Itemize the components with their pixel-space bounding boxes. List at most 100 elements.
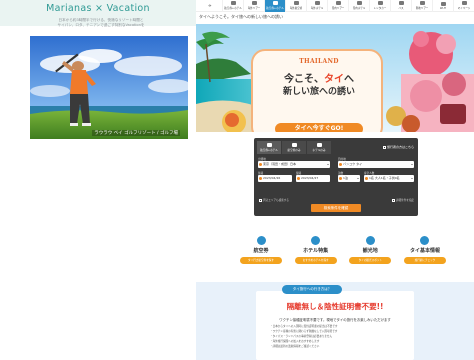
detail-conditions-link[interactable]: 詳細条件を指定 <box>391 198 414 202</box>
notice-card: 隔離無し＆陰性証明書不要!! ワクチン接種証明書不要です。現地でタイの旅行をお楽… <box>256 291 414 360</box>
pin-icon <box>339 163 342 166</box>
notice-list: ・日本からタイへの入国時に陰性証明書の提出は不要です ・ワクチン接種の有無に関わ… <box>270 324 400 349</box>
category-title: ホテル特集 <box>303 248 329 254</box>
hero-cta-button[interactable]: タイへ今すぐGO! <box>275 123 363 132</box>
plane-icon <box>256 236 266 245</box>
category-row: 航空券 タイ行き航空券を探す ホテル特集 おすすめホテルを探す 観光地 タイの観… <box>238 236 448 276</box>
nav-label: 航空券+ホテル <box>224 7 242 10</box>
arrive-value: バンコク タイ <box>343 162 363 166</box>
marianas-panel: Marianas × Vacation 日本から約3時間半で行ける、快適なリゾー… <box>0 0 196 360</box>
nav-item-0[interactable]: 航空券+ホテル <box>222 0 243 12</box>
tab-label: 航空券のみ <box>287 149 301 152</box>
guests-value: 1名 大人1名・子供0名 <box>369 176 400 180</box>
map-pin-icon <box>420 236 430 245</box>
nearby-option[interactable]: 周辺エリアも検索する <box>259 198 289 202</box>
nav-icon <box>230 1 236 5</box>
nav-icon <box>419 1 425 5</box>
nav-item-9[interactable]: 現地ツアー <box>411 0 432 12</box>
hero-banner[interactable]: THAILAND 今こそ、タイへ 新しい旅への誘い タイへ今すぐGO! <box>196 24 474 132</box>
nav-icon <box>272 1 278 5</box>
category-hotel[interactable]: ホテル特集 おすすめホテルを探す <box>293 236 339 276</box>
depart-value: 東京（羽田・成田）日本 <box>263 162 297 166</box>
hotel-icon <box>316 143 322 147</box>
person-icon <box>365 177 368 180</box>
calendar-icon <box>259 177 262 180</box>
nav-icon <box>293 1 299 5</box>
tab-flight-only[interactable]: 航空券のみ <box>282 141 306 154</box>
nav-label: Wi-Fi <box>439 6 447 10</box>
notice-pill[interactable]: タイ旅行への行き方は？ <box>282 285 342 294</box>
site-logo-icon: ✈ <box>208 3 212 8</box>
pin-icon <box>259 163 262 166</box>
category-title: 観光地 <box>362 248 378 254</box>
tab-label: 航空券+ホテル <box>260 149 278 152</box>
category-sightseeing[interactable]: 観光地 タイの観光スポット <box>347 236 393 276</box>
nav-label: レンタカー <box>373 7 387 10</box>
golf-photo-image <box>30 36 188 139</box>
nav-label: 国内ツアー <box>331 7 345 10</box>
nav-label: 航空券+ホテル <box>266 7 284 10</box>
traveler-link[interactable]: 旅行者の方はこちら <box>382 145 414 149</box>
go-date-field[interactable]: 2023/04/26 <box>258 175 292 182</box>
nearby-option-label: 周辺エリアも検索する <box>263 199 289 202</box>
category-info[interactable]: タイ基本情報 旅行前にチェック <box>402 236 448 276</box>
category-button[interactable]: タイ行き航空券を探す <box>240 257 282 264</box>
golf-photo[interactable]: ラウラウ ベイ ゴルフリゾート / ゴルフ場 <box>30 36 188 139</box>
site-logo[interactable]: ✈ <box>198 1 222 11</box>
checkbox <box>259 198 262 202</box>
moon-icon <box>339 177 342 180</box>
category-title: タイ基本情報 <box>409 248 440 254</box>
nav-item-10[interactable]: Wi-Fi <box>432 0 453 12</box>
search-box: 航空券+ホテル 航空券のみ ホテルのみ 旅行者の方はこちら 出発地 東京（羽田・… <box>254 138 418 216</box>
hero-subheadline: 新しい旅への誘い <box>282 87 355 97</box>
camera-icon <box>365 236 375 245</box>
category-button[interactable]: おすすめホテルを探す <box>294 257 337 264</box>
guests-select[interactable]: 1名 大人1名・子供0名 <box>364 175 414 182</box>
nav-item-4[interactable]: 海外ホテル <box>306 0 327 12</box>
category-title: 航空券 <box>253 248 269 254</box>
nav-item-5[interactable]: 国内ツアー <box>327 0 348 12</box>
thailand-logo: THAILAND <box>299 58 339 65</box>
detail-conditions-label: 詳細条件を指定 <box>395 199 414 202</box>
nav-icon <box>335 1 341 5</box>
plus-icon <box>391 198 395 202</box>
hotel-icon <box>311 236 321 245</box>
nav-icon <box>356 1 362 5</box>
plane-icon <box>266 143 272 147</box>
nav-item-3[interactable]: 海外航空券 <box>285 0 306 12</box>
nights-select[interactable]: 1泊 <box>338 175 360 182</box>
nav-label: マイページ <box>457 7 471 10</box>
nav-item-6[interactable]: 国内ホテル <box>348 0 369 12</box>
nav-label: バス <box>398 7 404 10</box>
nav-label: 国内ホテル <box>352 7 366 10</box>
tab-label: ホテルのみ <box>312 149 326 152</box>
tab-flight-hotel[interactable]: 航空券+ホテル <box>257 141 281 154</box>
nav-item-1[interactable]: 海外ツアー <box>243 0 264 12</box>
back-date-field[interactable]: 2023/04/27 <box>296 175 330 182</box>
nav-item-7[interactable]: レンタカー <box>369 0 390 12</box>
search-button[interactable]: 検索条件を確認 <box>311 204 361 212</box>
photo-caption: ラウラウ ベイ ゴルフリゾート / ゴルフ場 <box>92 130 180 136</box>
nav-icon <box>461 1 467 5</box>
nav-label: 海外ホテル <box>310 7 324 10</box>
hero-headline: 今こそ、タイへ <box>253 70 385 85</box>
search-tabs: 航空券+ホテル 航空券のみ ホテルのみ <box>257 141 331 154</box>
nav-item-2-active[interactable]: 航空券+ホテル <box>264 0 285 12</box>
tab-hotel-only[interactable]: ホテルのみ <box>307 141 331 154</box>
category-flight[interactable]: 航空券 タイ行き航空券を探す <box>238 236 284 276</box>
check-icon <box>382 145 386 149</box>
notice-title: 隔離無し＆陰性証明書不要!! <box>286 302 384 311</box>
marianas-title: Marianas × Vacation <box>46 3 150 14</box>
nav-icon <box>398 1 404 5</box>
nav-item-11[interactable]: マイページ <box>453 0 474 12</box>
go-date-value: 2023/04/26 <box>263 176 281 180</box>
notice-item: ・詳細は最新の渡航情報をご確認ください <box>270 345 320 348</box>
nav-icon <box>251 1 257 5</box>
plane-icon <box>291 143 297 147</box>
depart-field[interactable]: 東京（羽田・成田）日本 <box>258 161 330 168</box>
nav-item-8[interactable]: バス <box>390 0 411 12</box>
calendar-icon <box>297 177 300 180</box>
category-button[interactable]: タイの観光スポット <box>349 257 392 264</box>
arrive-field[interactable]: バンコク タイ <box>338 161 414 168</box>
category-button[interactable]: 旅行前にチェック <box>403 257 446 264</box>
